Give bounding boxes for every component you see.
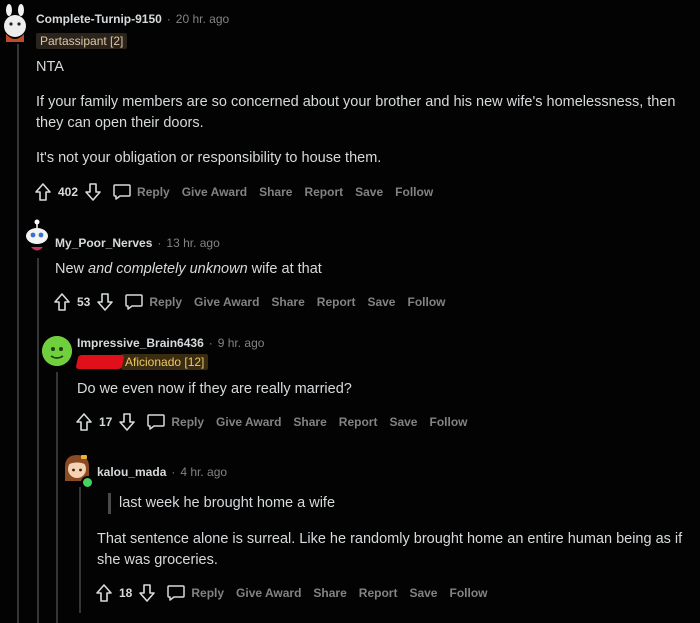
comment-paragraph: Do we even now if they are really marrie…: [77, 381, 352, 397]
report-button[interactable]: Report: [317, 295, 356, 309]
comment-username[interactable]: My_Poor_Nerves: [55, 236, 152, 250]
comment-actions: 402 Reply Give Award Share Report Save F…: [34, 182, 445, 202]
comment-text-italic: and completely unknown: [88, 261, 248, 277]
give-award-button[interactable]: Give Award: [216, 415, 281, 429]
reply-button[interactable]: Reply: [146, 413, 204, 431]
comment-username[interactable]: Impressive_Brain6436: [77, 336, 204, 350]
user-flair: Aficionado [12]: [121, 354, 209, 370]
avatar[interactable]: [22, 218, 52, 254]
comment-username[interactable]: kalou_mada: [97, 465, 166, 479]
upvote-icon[interactable]: [53, 292, 71, 312]
comment-paragraph: It's not your obligation or responsibili…: [36, 150, 382, 166]
share-button[interactable]: Share: [313, 586, 346, 600]
separator-dot: ·: [171, 465, 176, 479]
give-award-button[interactable]: Give Award: [236, 586, 301, 600]
comment-paragraph: If your family members are so concerned …: [36, 94, 676, 131]
thread-line[interactable]: [17, 44, 19, 623]
follow-button[interactable]: Follow: [395, 185, 433, 199]
comment-icon: [146, 413, 166, 431]
report-button[interactable]: Report: [359, 586, 398, 600]
vote-count: 18: [119, 586, 133, 600]
comment-text: New: [55, 261, 89, 277]
give-award-button[interactable]: Give Award: [182, 185, 247, 199]
user-flair: Partassipant [2]: [36, 33, 128, 49]
share-button[interactable]: Share: [271, 295, 304, 309]
separator-dot: ·: [157, 236, 162, 250]
redaction-mark: [75, 355, 125, 369]
reply-label: Reply: [171, 415, 205, 429]
comment-timestamp[interactable]: 9 hr. ago: [218, 336, 265, 350]
reply-label: Reply: [149, 295, 183, 309]
share-button[interactable]: Share: [293, 415, 326, 429]
thread-line[interactable]: [37, 258, 39, 623]
separator-dot: ·: [208, 336, 213, 350]
report-button[interactable]: Report: [304, 185, 343, 199]
comment-timestamp[interactable]: 4 hr. ago: [180, 465, 227, 479]
upvote-icon[interactable]: [34, 182, 52, 202]
share-button[interactable]: Share: [259, 185, 292, 199]
follow-button[interactable]: Follow: [449, 586, 487, 600]
upvote-icon[interactable]: [95, 583, 113, 603]
avatar[interactable]: [42, 336, 72, 366]
follow-button[interactable]: Follow: [429, 415, 467, 429]
vote-count: 53: [77, 295, 91, 309]
comment-body: New and completely unknown wife at that: [55, 259, 675, 280]
separator-dot: ·: [166, 12, 171, 26]
save-button[interactable]: Save: [409, 586, 437, 600]
report-button[interactable]: Report: [339, 415, 378, 429]
comment-body: That sentence alone is surreal. Like he …: [97, 529, 687, 571]
give-award-button[interactable]: Give Award: [194, 295, 259, 309]
reply-button[interactable]: Reply: [112, 183, 170, 201]
comment-icon: [166, 584, 186, 602]
reply-button[interactable]: Reply: [124, 293, 182, 311]
comment-text: wife at that: [247, 261, 322, 277]
vote-count: 17: [99, 415, 113, 429]
comment-actions: 17 Reply Give Award Share Report Save Fo…: [75, 412, 479, 432]
save-button[interactable]: Save: [389, 415, 417, 429]
comment-username[interactable]: Complete-Turnip-9150: [36, 12, 162, 26]
comment-icon: [112, 183, 132, 201]
comment-actions: 53 Reply Give Award Share Report Save Fo…: [53, 292, 457, 312]
comment-body: Do we even now if they are really marrie…: [77, 379, 677, 400]
downvote-icon[interactable]: [138, 583, 156, 603]
save-button[interactable]: Save: [367, 295, 395, 309]
comment-timestamp[interactable]: 13 hr. ago: [166, 236, 219, 250]
downvote-icon[interactable]: [96, 292, 114, 312]
avatar[interactable]: [1, 4, 29, 44]
downvote-icon[interactable]: [84, 182, 102, 202]
follow-button[interactable]: Follow: [407, 295, 445, 309]
reply-label: Reply: [137, 185, 170, 199]
reply-button[interactable]: Reply: [166, 584, 224, 602]
comment-paragraph: NTA: [36, 59, 64, 75]
thread-line[interactable]: [56, 372, 58, 623]
comment-icon: [124, 293, 144, 311]
upvote-icon[interactable]: [75, 412, 93, 432]
save-button[interactable]: Save: [355, 185, 383, 199]
vote-count: 402: [58, 185, 79, 199]
comment-actions: 18 Reply Give Award Share Report Save Fo…: [95, 583, 499, 603]
downvote-icon[interactable]: [118, 412, 136, 432]
reply-label: Reply: [191, 586, 225, 600]
comment-paragraph: That sentence alone is surreal. Like he …: [97, 531, 683, 568]
blockquote: last week he brought home a wife: [108, 493, 679, 514]
comment-timestamp[interactable]: 20 hr. ago: [176, 12, 229, 26]
online-status-icon: [81, 476, 94, 489]
thread-line[interactable]: [79, 487, 81, 613]
comment-body: NTA If your family members are so concer…: [36, 57, 676, 169]
